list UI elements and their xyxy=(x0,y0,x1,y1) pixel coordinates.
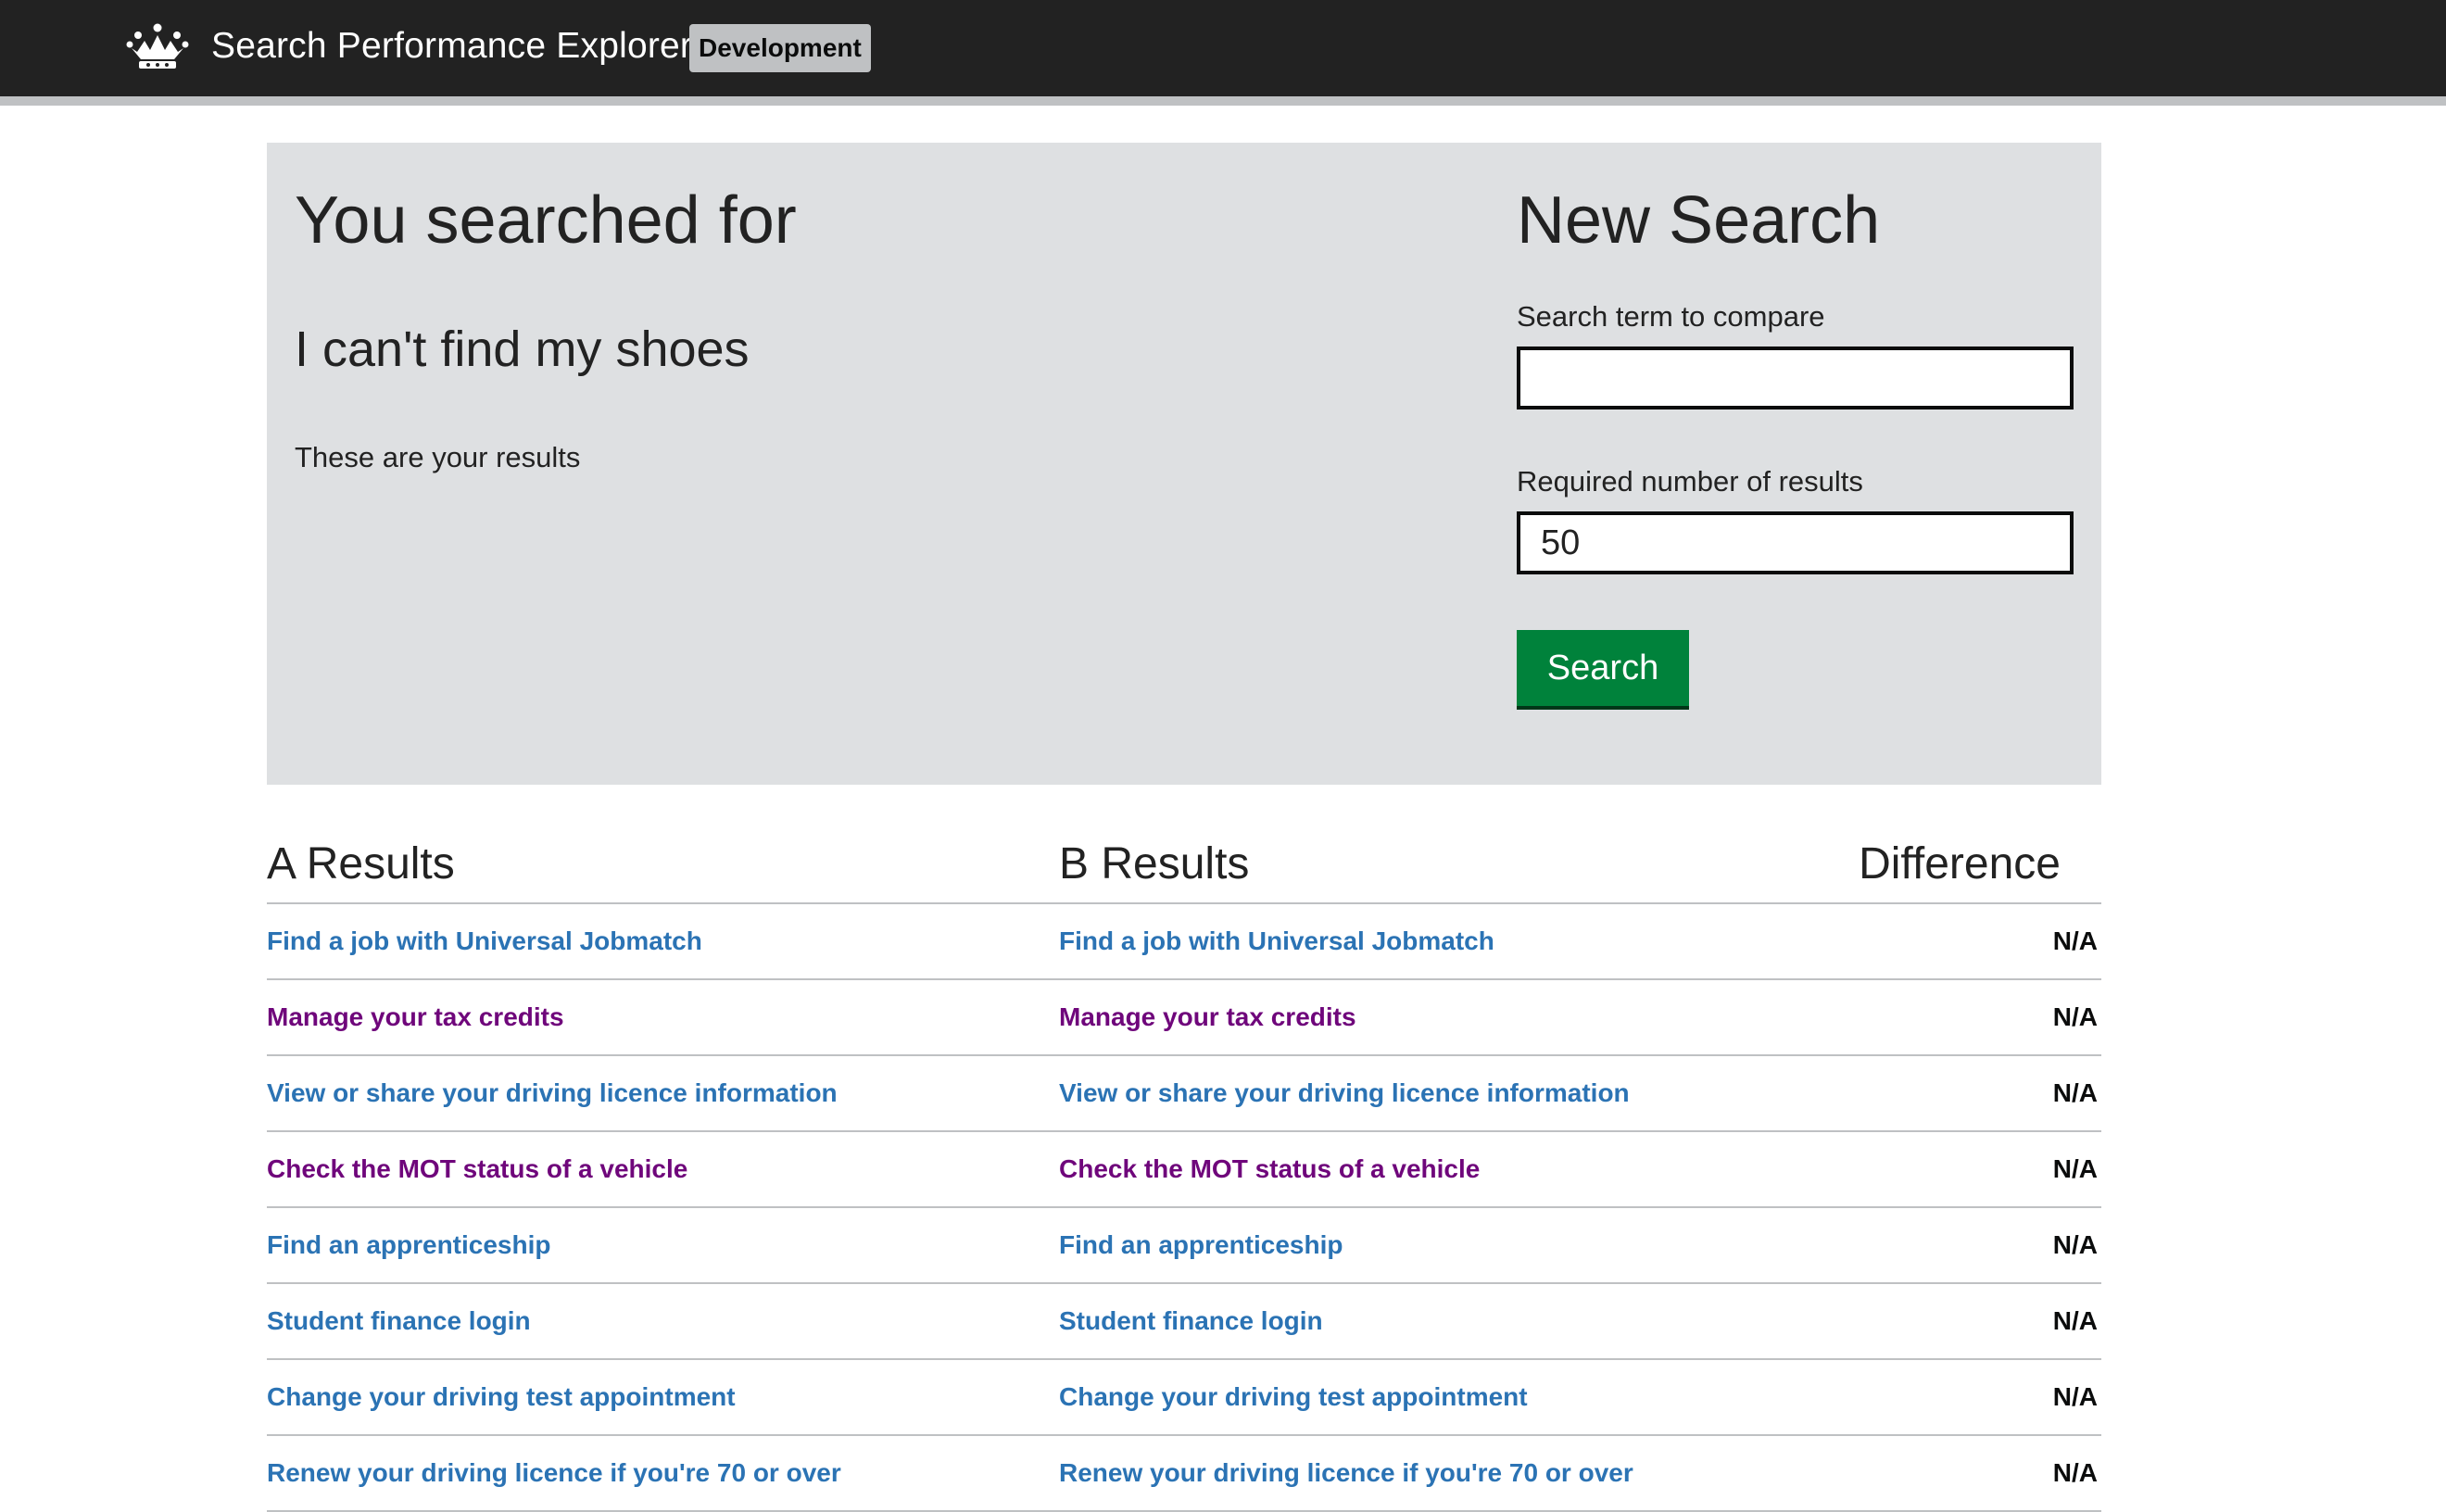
b-result-cell: Check the MOT status of a vehicle xyxy=(1059,1131,1851,1208)
difference-value: N/A xyxy=(1851,979,2101,1056)
crown-icon xyxy=(126,23,189,69)
a-result-link[interactable]: Change your driving test appointment xyxy=(267,1382,736,1411)
a-result-cell: Check the MOT status of a vehicle xyxy=(267,1131,1059,1208)
b-result-cell: Find an apprenticeship xyxy=(1059,1207,1851,1284)
difference-value: N/A xyxy=(1851,1055,2101,1132)
difference-value: N/A xyxy=(1851,1283,2101,1360)
b-result-cell: Renew your driving licence if you're 70 … xyxy=(1059,1435,1851,1512)
a-result-cell: Find a job with Universal Jobmatch xyxy=(267,903,1059,980)
b-result-link[interactable]: Renew your driving licence if you're 70 … xyxy=(1059,1458,1633,1487)
b-result-link[interactable]: Find a job with Universal Jobmatch xyxy=(1059,926,1494,955)
a-result-link[interactable]: Find a job with Universal Jobmatch xyxy=(267,926,702,955)
results-body: Find a job with Universal Jobmatch Find a… xyxy=(267,903,2101,1512)
table-row: Manage your tax credits Manage your tax c… xyxy=(267,979,2101,1056)
b-result-link[interactable]: Find an apprenticeship xyxy=(1059,1230,1343,1259)
a-result-link[interactable]: Student finance login xyxy=(267,1306,531,1335)
b-result-link[interactable]: Change your driving test appointment xyxy=(1059,1382,1528,1411)
a-result-link[interactable]: View or share your driving licence infor… xyxy=(267,1078,838,1107)
result-count-input[interactable] xyxy=(1517,511,2074,574)
a-result-link[interactable]: Check the MOT status of a vehicle xyxy=(267,1154,687,1183)
table-row: Student finance login Student finance log… xyxy=(267,1283,2101,1360)
b-result-cell: Manage your tax credits xyxy=(1059,979,1851,1056)
difference-value: N/A xyxy=(1851,1435,2101,1512)
difference-value: N/A xyxy=(1851,1207,2101,1284)
a-result-link[interactable]: Manage your tax credits xyxy=(267,1002,564,1031)
search-term-input[interactable] xyxy=(1517,346,2074,410)
b-result-cell: Student finance login xyxy=(1059,1283,1851,1360)
results-note: These are your results xyxy=(295,441,581,473)
a-result-link[interactable]: Renew your driving licence if you're 70 … xyxy=(267,1458,841,1487)
a-result-link[interactable]: Find an apprenticeship xyxy=(267,1230,550,1259)
b-result-link[interactable]: Check the MOT status of a vehicle xyxy=(1059,1154,1480,1183)
b-results-heading: B Results xyxy=(1059,815,1851,904)
results-header-row: A Results B Results Difference xyxy=(267,815,2101,904)
result-count-label: Required number of results xyxy=(1517,465,1863,498)
b-result-link[interactable]: Student finance login xyxy=(1059,1306,1323,1335)
difference-value: N/A xyxy=(1851,1131,2101,1208)
site-header: Search Performance Explorer Development xyxy=(0,0,2446,106)
table-row: View or share your driving licence infor… xyxy=(267,1055,2101,1132)
a-result-cell: Renew your driving licence if you're 70 … xyxy=(267,1435,1059,1512)
b-result-cell: Find a job with Universal Jobmatch xyxy=(1059,903,1851,980)
a-result-cell: Change your driving test appointment xyxy=(267,1359,1059,1436)
difference-value: N/A xyxy=(1851,1359,2101,1436)
difference-value: N/A xyxy=(1851,903,2101,980)
b-result-cell: Change your driving test appointment xyxy=(1059,1359,1851,1436)
table-row: Find a job with Universal Jobmatch Find a… xyxy=(267,903,2101,980)
brand-link[interactable]: Search Performance Explorer xyxy=(126,20,692,72)
search-panel: You searched for I can't find my shoes T… xyxy=(267,143,2101,785)
phase-badge: Development xyxy=(689,24,871,72)
new-search-heading: New Search xyxy=(1517,183,1881,258)
table-row: Check the MOT status of a vehicle Check t… xyxy=(267,1131,2101,1208)
a-result-cell: Find an apprenticeship xyxy=(267,1207,1059,1284)
a-result-cell: Student finance login xyxy=(267,1283,1059,1360)
b-result-link[interactable]: View or share your driving licence infor… xyxy=(1059,1078,1630,1107)
app-title: Search Performance Explorer xyxy=(211,26,693,66)
b-result-link[interactable]: Manage your tax credits xyxy=(1059,1002,1356,1031)
table-row: Find an apprenticeship Find an apprentice… xyxy=(267,1207,2101,1284)
table-row: Renew your driving licence if you're 70 … xyxy=(267,1435,2101,1512)
a-result-cell: View or share your driving licence infor… xyxy=(267,1055,1059,1132)
a-results-heading: A Results xyxy=(267,815,1059,904)
search-term-label: Search term to compare xyxy=(1517,300,1825,333)
searched-for-heading: You searched for xyxy=(295,183,797,258)
search-button[interactable]: Search xyxy=(1517,630,1689,706)
b-result-cell: View or share your driving licence infor… xyxy=(1059,1055,1851,1132)
search-query: I can't find my shoes xyxy=(295,321,750,377)
a-result-cell: Manage your tax credits xyxy=(267,979,1059,1056)
difference-heading: Difference xyxy=(1851,815,2101,904)
results-table: A Results B Results Difference Find a jo… xyxy=(267,815,2101,1512)
table-row: Change your driving test appointment Chan… xyxy=(267,1359,2101,1436)
